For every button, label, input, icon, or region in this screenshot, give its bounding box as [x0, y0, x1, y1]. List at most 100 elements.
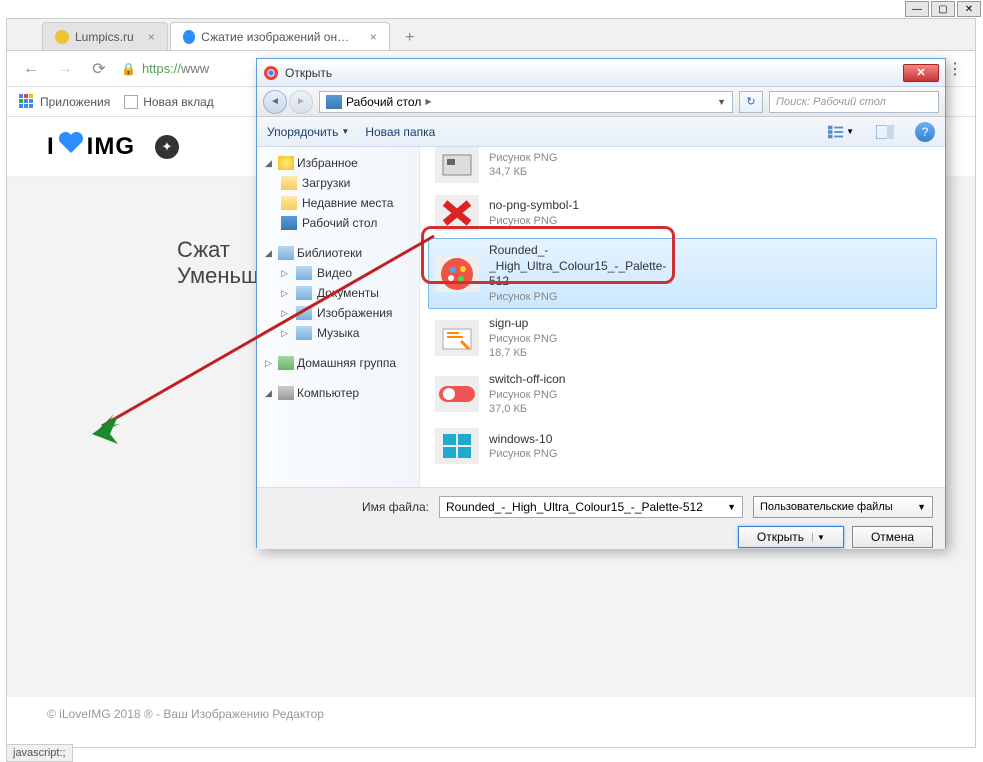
- dialog-close-button[interactable]: ✕: [903, 64, 939, 82]
- bookmark-new-tab[interactable]: Новая вклад: [124, 95, 214, 109]
- lumpics-favicon: [55, 30, 69, 44]
- file-thumb: [435, 376, 479, 412]
- favorites-group: ◢ Избранное Загрузки Недавние места Рабо…: [257, 153, 419, 233]
- new-tab-button[interactable]: +: [398, 26, 422, 50]
- page-icon: [124, 95, 138, 109]
- homegroup-group: ▷ Домашняя группа: [257, 353, 419, 373]
- folder-icon: [281, 196, 297, 210]
- libraries-header[interactable]: ◢ Библиотеки: [261, 243, 415, 263]
- sidebar-item-downloads[interactable]: Загрузки: [261, 173, 415, 193]
- tab-close-icon[interactable]: ×: [370, 30, 377, 44]
- browser-window-controls: — ▢ ✕: [905, 1, 981, 17]
- url-host: www: [181, 61, 209, 76]
- close-button[interactable]: ✕: [957, 1, 981, 17]
- homegroup-label: Домашняя группа: [297, 356, 396, 370]
- file-thumb: [435, 256, 479, 292]
- new-folder-button[interactable]: Новая папка: [365, 125, 435, 139]
- computer-header[interactable]: ◢ Компьютер: [261, 383, 415, 403]
- computer-label: Компьютер: [297, 386, 359, 400]
- lock-icon: 🔒: [121, 62, 136, 76]
- forward-button[interactable]: →: [53, 57, 77, 81]
- libraries-label: Библиотеки: [297, 246, 362, 260]
- iloveimg-logo[interactable]: I IMG: [47, 131, 135, 162]
- preview-pane-button[interactable]: [871, 122, 899, 142]
- search-input[interactable]: Поиск: Рабочий стол: [769, 91, 939, 113]
- dialog-body: ◢ Избранное Загрузки Недавние места Рабо…: [257, 147, 945, 487]
- tab-lumpics[interactable]: Lumpics.ru ×: [42, 22, 168, 50]
- sidebar-item-music[interactable]: ▷Музыка: [261, 323, 415, 343]
- url-protocol: https://: [142, 61, 181, 76]
- nav-back-button[interactable]: ◄: [263, 90, 287, 114]
- sidebar-item-images[interactable]: ▷Изображения: [261, 303, 415, 323]
- tab-bar: Lumpics.ru × Сжатие изображений онлайн F…: [7, 19, 975, 51]
- logo-text-img: IMG: [87, 133, 135, 161]
- file-item[interactable]: sign-upРисунок PNG18,7 КБ: [428, 311, 937, 365]
- apps-button[interactable]: Приложения: [19, 94, 110, 110]
- dialog-nav-bar: ◄ ► Рабочий стол ▶ ▼ ↻ Поиск: Рабочий ст…: [257, 87, 945, 117]
- organize-button[interactable]: Упорядочить ▼: [267, 125, 349, 139]
- file-item[interactable]: Рисунок PNG34,7 КБ: [428, 147, 937, 188]
- expand-arrow-icon: ◢: [265, 388, 275, 399]
- sidebar-item-recent[interactable]: Недавние места: [261, 193, 415, 213]
- organize-label: Упорядочить: [267, 125, 338, 139]
- file-item[interactable]: switch-off-iconРисунок PNG37,0 КБ: [428, 367, 937, 421]
- libraries-group: ◢ Библиотеки ▷Видео ▷Документы ▷Изображе…: [257, 243, 419, 343]
- dialog-titlebar[interactable]: Открыть ✕: [257, 59, 945, 87]
- sidebar-item-desktop[interactable]: Рабочий стол: [261, 213, 415, 233]
- file-list[interactable]: Рисунок PNG34,7 КБ no-png-symbol-1Рисуно…: [420, 147, 945, 487]
- star-icon: [278, 156, 294, 170]
- back-button[interactable]: ←: [19, 57, 43, 81]
- nav-history: ◄ ►: [263, 90, 313, 114]
- homegroup-icon: [278, 356, 294, 370]
- status-bar: javascript:;: [6, 744, 73, 762]
- open-button[interactable]: Открыть ▼: [738, 526, 844, 548]
- homegroup-header[interactable]: ▷ Домашняя группа: [261, 353, 415, 373]
- collapse-arrow-icon: ▷: [281, 288, 291, 299]
- breadcrumb-text: Рабочий стол: [346, 95, 421, 109]
- dialog-title: Открыть: [285, 66, 903, 80]
- maximize-button[interactable]: ▢: [931, 1, 955, 17]
- breadcrumb-arrow-icon: ▶: [425, 97, 431, 106]
- bookmark-label: Новая вклад: [143, 95, 214, 109]
- folder-icon: [296, 286, 312, 300]
- tab-close-icon[interactable]: ×: [148, 30, 155, 44]
- favorites-header[interactable]: ◢ Избранное: [261, 153, 415, 173]
- filetype-select[interactable]: Пользовательские файлы ▼: [753, 496, 933, 518]
- view-mode-button[interactable]: ▼: [827, 122, 855, 142]
- collapse-arrow-icon: ▷: [281, 308, 291, 319]
- help-button[interactable]: ?: [915, 122, 935, 142]
- breadcrumb[interactable]: Рабочий стол ▶ ▼: [319, 91, 733, 113]
- iloveimg-favicon: [183, 30, 195, 44]
- file-thumb: [435, 320, 479, 356]
- sidebar-item-documents[interactable]: ▷Документы: [261, 283, 415, 303]
- file-thumb: [435, 195, 479, 231]
- library-icon: [278, 246, 294, 260]
- dialog-footer: Имя файла: Rounded_-_High_Ultra_Colour15…: [257, 487, 945, 549]
- reload-button[interactable]: ⟳: [87, 57, 111, 81]
- sidebar-item-video[interactable]: ▷Видео: [261, 263, 415, 283]
- menu-button[interactable]: ⋮: [947, 59, 963, 79]
- folder-icon: [296, 326, 312, 340]
- nav-forward-button[interactable]: ►: [289, 90, 313, 114]
- file-thumb: [435, 428, 479, 464]
- folder-icon: [281, 176, 297, 190]
- file-open-dialog: Открыть ✕ ◄ ► Рабочий стол ▶ ▼ ↻ Поиск: …: [256, 58, 946, 548]
- filename-input[interactable]: Rounded_-_High_Ultra_Colour15_-_Palette-…: [439, 496, 743, 518]
- filename-label: Имя файла:: [269, 500, 429, 514]
- collapse-arrow-icon: ▷: [281, 328, 291, 339]
- filetype-value: Пользовательские файлы: [760, 501, 893, 513]
- breadcrumb-dropdown-icon[interactable]: ▼: [717, 97, 726, 107]
- tab-iloveimg[interactable]: Сжатие изображений онлайн F ×: [170, 22, 390, 50]
- cancel-button[interactable]: Отмена: [852, 526, 933, 548]
- chevron-down-icon: ▼: [341, 127, 349, 136]
- computer-group: ◢ Компьютер: [257, 383, 419, 403]
- file-item-selected[interactable]: Rounded_-_High_Ultra_Colour15_-_Palette-…: [428, 238, 937, 309]
- apps-grid-icon: [19, 94, 35, 110]
- file-item[interactable]: no-png-symbol-1Рисунок PNG: [428, 190, 937, 236]
- gear-icon[interactable]: ✦: [155, 135, 179, 159]
- refresh-button[interactable]: ↻: [739, 91, 763, 113]
- logo-text-i: I: [47, 133, 55, 161]
- minimize-button[interactable]: —: [905, 1, 929, 17]
- file-item[interactable]: windows-10Рисунок PNG: [428, 423, 937, 469]
- heart-icon: [57, 131, 85, 162]
